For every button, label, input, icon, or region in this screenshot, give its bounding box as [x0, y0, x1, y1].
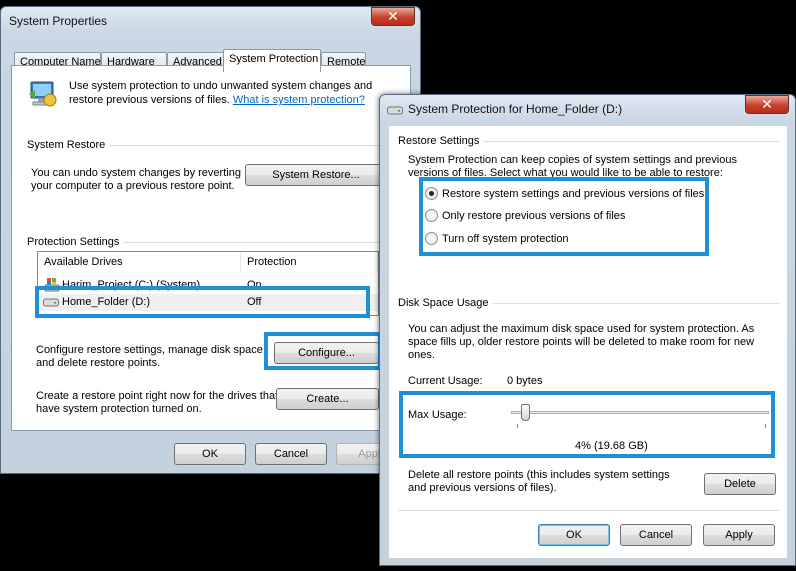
- protection-settings-heading: Protection Settings: [27, 236, 124, 248]
- disk-space-description-2: space fills up, older restore points wil…: [408, 336, 755, 348]
- system-protection-ok-button[interactable]: OK: [538, 524, 610, 546]
- current-usage-label: Current Usage:: [408, 375, 483, 387]
- system-protection-apply-button[interactable]: Apply: [703, 524, 775, 546]
- configure-description-2: and delete restore points.: [36, 357, 161, 369]
- system-protection-window: System Protection for Home_Folder (D:) ✕…: [379, 94, 796, 566]
- max-usage-highlight: [399, 391, 775, 458]
- system-properties-window: System Properties ✕ Computer Name Hardwa…: [0, 6, 421, 474]
- intro-line-2: restore previous versions of files. What…: [69, 94, 365, 107]
- system-properties-close-button[interactable]: ✕: [371, 7, 415, 26]
- what-is-system-protection-link[interactable]: What is system protection?: [233, 94, 365, 106]
- system-restore-button[interactable]: System Restore...: [245, 164, 387, 186]
- delete-description-1: Delete all restore points (this includes…: [408, 469, 670, 481]
- system-properties-titlebar[interactable]: System Properties: [1, 7, 420, 35]
- system-protection-cancel-button[interactable]: Cancel: [620, 524, 692, 546]
- create-button[interactable]: Create...: [276, 388, 379, 410]
- current-usage-value: 0 bytes: [507, 375, 543, 387]
- system-restore-heading: System Restore: [27, 139, 110, 151]
- intro-line-1: Use system protection to undo unwanted s…: [69, 80, 373, 92]
- system-protection-title: System Protection for Home_Folder (D:): [408, 102, 623, 116]
- system-properties-title: System Properties: [9, 14, 108, 28]
- configure-description-1: Configure restore settings, manage disk …: [36, 344, 266, 356]
- delete-description-2: and previous versions of files).: [408, 482, 557, 494]
- disk-space-heading: Disk Space Usage: [398, 297, 493, 309]
- tab-system-protection[interactable]: System Protection: [223, 49, 321, 72]
- system-protection-close-button[interactable]: ✕: [745, 95, 789, 114]
- intro-text: restore previous versions of files.: [69, 94, 230, 106]
- available-drives-column-header[interactable]: Available Drives: [38, 252, 241, 272]
- home-folder-row-highlight: [35, 286, 370, 318]
- restore-settings-description-1: System Protection can keep copies of sys…: [408, 154, 737, 166]
- system-restore-description-2: your computer to a previous restore poin…: [31, 180, 235, 192]
- disk-space-description-3: ones.: [408, 349, 435, 361]
- configure-button-highlight: [264, 332, 382, 370]
- system-protection-titlebar[interactable]: System Protection for Home_Folder (D:): [380, 95, 795, 123]
- system-properties-ok-button[interactable]: OK: [174, 443, 246, 465]
- system-protection-tab-panel: Use system protection to undo unwanted s…: [11, 65, 411, 431]
- restore-options-highlight: [419, 177, 709, 256]
- delete-button[interactable]: Delete: [704, 473, 776, 495]
- disk-space-description-1: You can adjust the maximum disk space us…: [408, 323, 755, 335]
- create-description-1: Create a restore point right now for the…: [36, 390, 279, 402]
- system-properties-cancel-button[interactable]: Cancel: [255, 443, 327, 465]
- create-description-2: have system protection turned on.: [36, 403, 202, 415]
- hard-drive-icon: [387, 105, 403, 116]
- system-protection-icon: [26, 78, 58, 110]
- bottom-divider: [398, 510, 780, 511]
- restore-settings-heading: Restore Settings: [398, 135, 484, 147]
- system-restore-description-1: You can undo system changes by reverting: [31, 167, 241, 179]
- protection-column-header[interactable]: Protection: [241, 252, 378, 272]
